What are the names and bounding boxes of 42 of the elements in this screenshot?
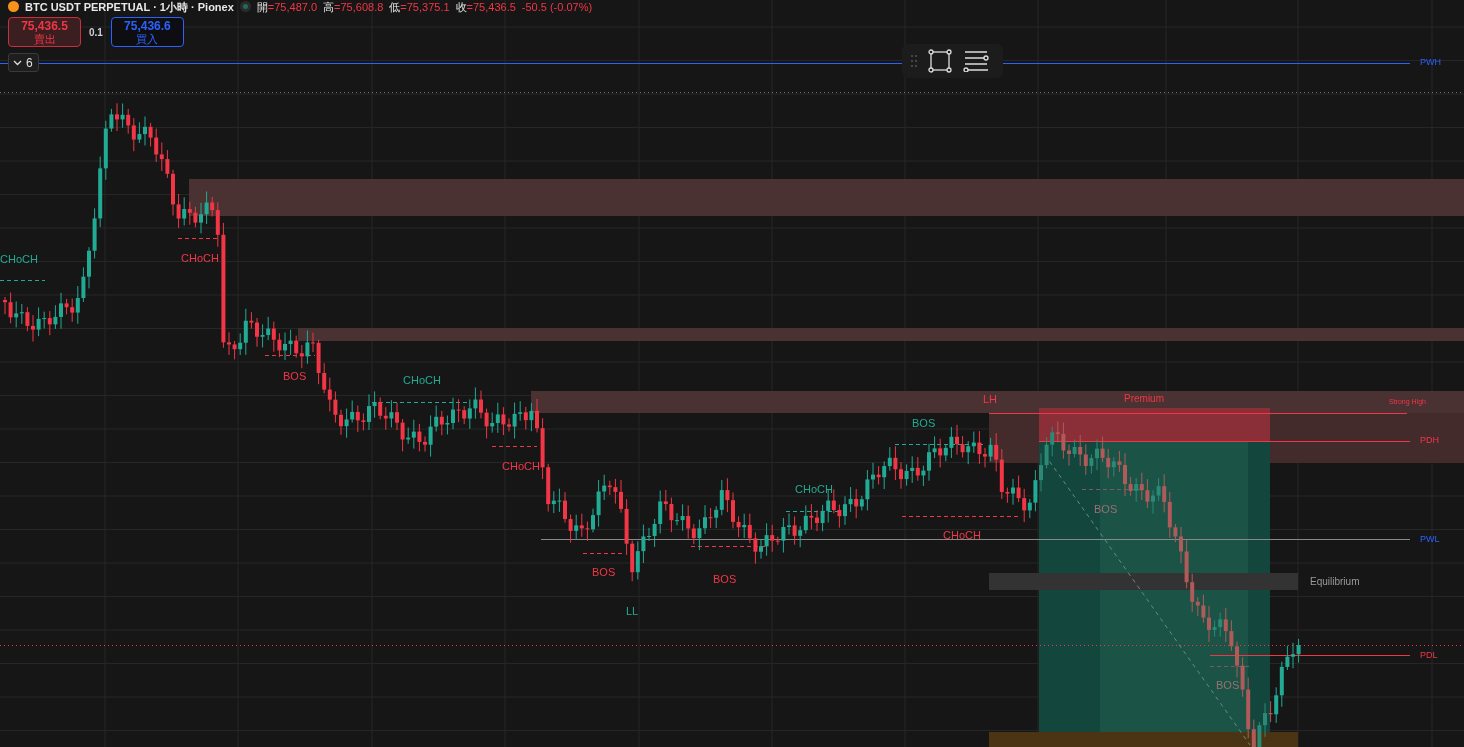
level-label: PWH: [1420, 58, 1441, 67]
structure-break-line: [1209, 666, 1251, 667]
structure-label: BOS: [912, 418, 936, 429]
rectangle-tool-icon[interactable]: [928, 49, 952, 73]
drag-handle-icon[interactable]: [910, 54, 918, 68]
price-change-text: -50.5 (-0.07%): [521, 0, 593, 13]
structure-label: CHoCH: [0, 254, 38, 265]
structure-break-line: [491, 446, 538, 447]
quantity-text: 0.1: [89, 25, 103, 40]
structure-label: CHoCH: [795, 484, 833, 495]
coin-icon: [8, 1, 19, 12]
zone-label: Equilibrium: [1310, 577, 1360, 587]
structure-label: CHoCH: [181, 253, 219, 264]
structure-label: LL: [626, 606, 639, 617]
structure-label: BOS: [713, 574, 737, 585]
zone-label: Premium: [1124, 394, 1164, 404]
structure-label: BOS: [1094, 504, 1118, 515]
lines-tool-icon[interactable]: [962, 50, 990, 72]
level-label: PWL: [1420, 535, 1440, 544]
market-status-icon: [239, 1, 251, 12]
chevron-down-icon: [13, 59, 22, 66]
structure-label: BOS: [592, 567, 616, 578]
structure-break-line: [264, 355, 316, 356]
symbol-title: BTC USDT PERPETUAL · 1小時 · Pionex: [25, 0, 234, 13]
structure-label: BOS: [283, 371, 307, 382]
structure-break-line: [177, 238, 219, 239]
level-label: PDL: [1420, 651, 1438, 660]
structure-label: CHoCH: [943, 530, 981, 541]
structure-label: LH: [983, 394, 998, 405]
ohlc-value: 開=75,487.0: [256, 0, 318, 13]
structure-break-line: [0, 280, 46, 281]
ohlc-value: 收=75,436.5: [455, 0, 516, 13]
ohlc-value: 低=75,375.1: [389, 0, 450, 13]
buy-button[interactable]: 75,436.6 買入: [110, 17, 184, 47]
structure-label: BOS: [1216, 680, 1240, 691]
sell-button[interactable]: 75,436.5 賣出: [8, 17, 81, 47]
level-label: PDH: [1420, 436, 1439, 445]
structure-break-line: [1081, 489, 1141, 490]
indicators-toggle-button[interactable]: 6: [8, 53, 39, 72]
structure-label: CHoCH: [403, 375, 441, 386]
structure-label: CHoCH: [502, 461, 540, 472]
ohlc-value: 高=75,608.8: [323, 0, 384, 13]
